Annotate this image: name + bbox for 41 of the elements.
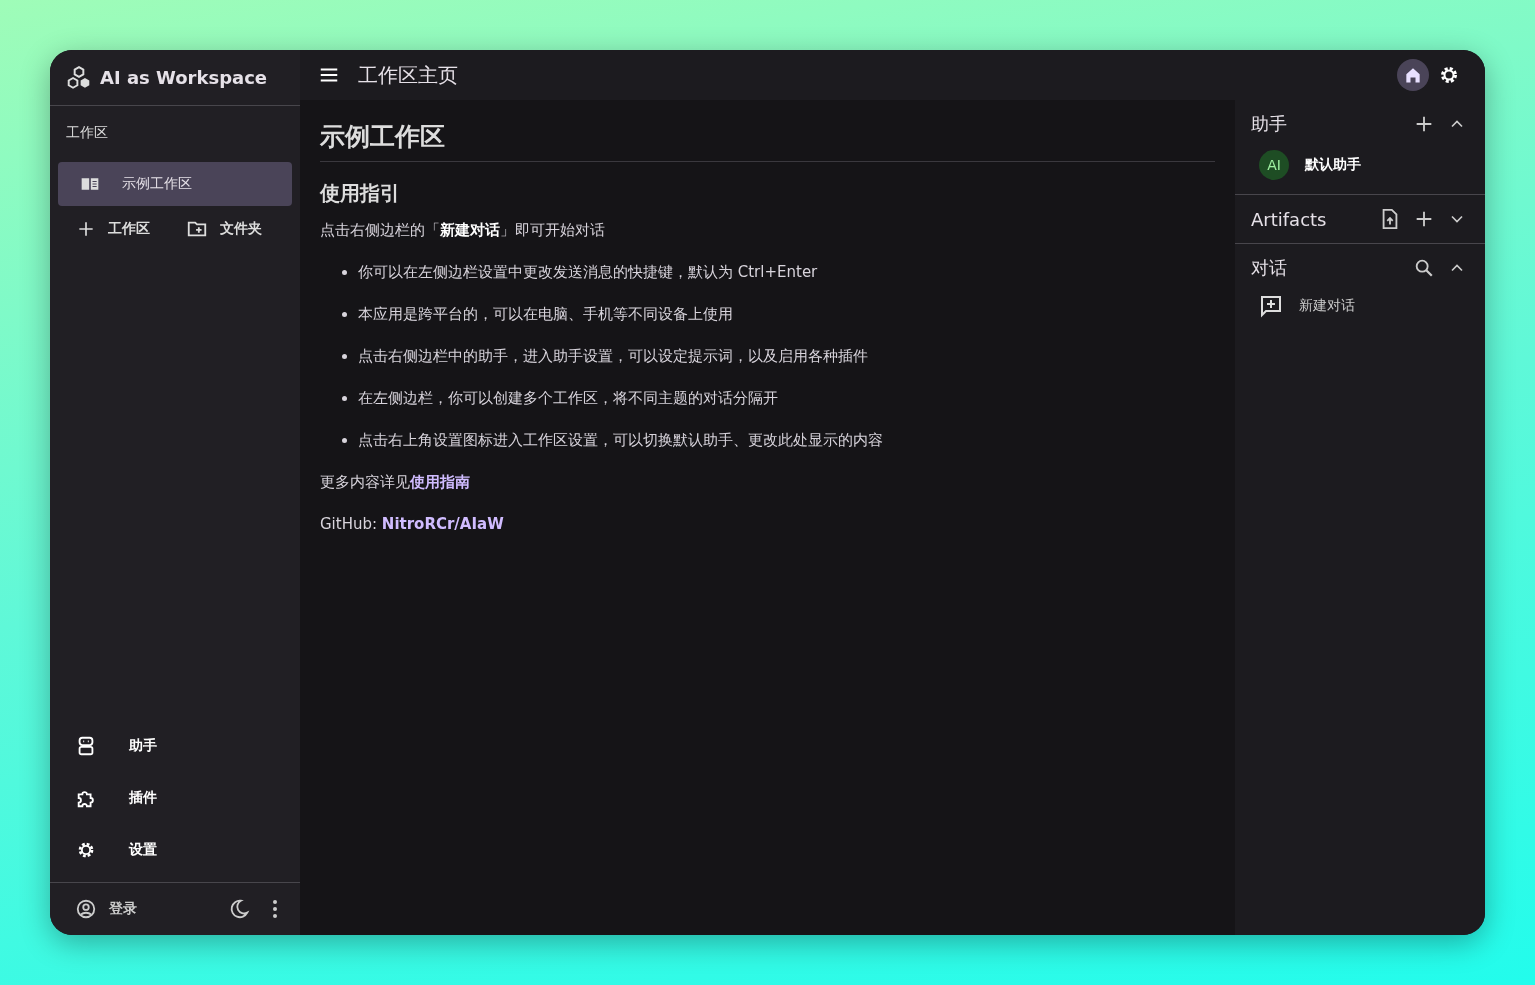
login-button[interactable]: 登录 bbox=[75, 898, 214, 920]
more-icon[interactable] bbox=[272, 899, 278, 919]
intro-text: 点击右侧边栏的「新建对话」即可开始对话 bbox=[320, 220, 606, 241]
nav-item[interactable]: 插件 bbox=[50, 772, 300, 824]
moon-icon[interactable] bbox=[228, 898, 250, 920]
panel-section-title: 助手 bbox=[1251, 112, 1287, 136]
hexagon-logo-icon bbox=[66, 64, 92, 91]
bullet-dot bbox=[342, 437, 347, 443]
nav-item[interactable]: 助手 bbox=[50, 720, 300, 772]
nav-item[interactable]: 设置 bbox=[50, 824, 300, 876]
bullet-dot bbox=[342, 269, 347, 275]
account-icon bbox=[75, 898, 97, 920]
guide-bullet: 点击右上角设置图标进入工作区设置，可以切换默认助手、更改此处显示的内容 bbox=[358, 430, 883, 451]
section-label: 工作区 bbox=[65, 123, 109, 142]
panel-section-title: 对话 bbox=[1251, 256, 1287, 280]
panel-section-title: Artifacts bbox=[1251, 208, 1327, 230]
guide-link[interactable]: 使用指南 bbox=[410, 473, 470, 491]
add-button[interactable]: 文件夹 bbox=[186, 214, 262, 244]
panel-item[interactable]: AI 默认助手 bbox=[1235, 148, 1485, 194]
github-link[interactable]: NitroRCr/AIaW bbox=[381, 515, 504, 533]
bullet-dot bbox=[342, 395, 347, 401]
search-icon[interactable] bbox=[1413, 257, 1435, 279]
app-title: AI as Workspace bbox=[100, 67, 268, 88]
add-button[interactable]: 工作区 bbox=[76, 214, 150, 244]
guide-bullet: 本应用是跨平台的，可以在电脑、手机等不同设备上使用 bbox=[358, 304, 733, 325]
more-text: 更多内容详见 bbox=[320, 473, 410, 491]
avatar: AI bbox=[1259, 150, 1289, 180]
bullet-dot bbox=[342, 311, 347, 317]
guide-bullet: 在左侧边栏，你可以创建多个工作区，将不同主题的对话分隔开 bbox=[358, 388, 778, 409]
page-heading: 示例工作区 bbox=[320, 121, 446, 153]
workspace-item[interactable]: 示例工作区 bbox=[58, 162, 292, 206]
panel-item[interactable]: 新建对话 bbox=[1235, 292, 1485, 332]
plus-icon bbox=[76, 219, 96, 239]
section-heading: 使用指引 bbox=[320, 180, 401, 207]
guide-bullet: 点击右侧边栏中的助手，进入助手设置，可以设定提示词，以及启用各种插件 bbox=[358, 346, 868, 367]
bullet-dot bbox=[342, 353, 347, 359]
home-button[interactable] bbox=[1397, 59, 1429, 91]
chat-plus-icon bbox=[1259, 294, 1283, 318]
github-label: GitHub: bbox=[320, 515, 378, 533]
guide-bullet: 你可以在左侧边栏设置中更改发送消息的快捷键，默认为 Ctrl+Enter bbox=[358, 262, 818, 283]
page-title: 工作区主页 bbox=[358, 61, 458, 89]
